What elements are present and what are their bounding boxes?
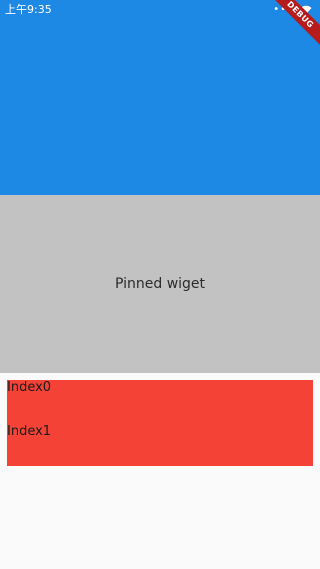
status-time: 上午9:35 [5,3,52,16]
status-bar: 上午9:35 ••• [0,0,320,20]
list-container: Index0 Index1 [7,380,313,466]
list-item[interactable]: Index0 [7,380,51,395]
pinned-header: Pinned wiget [0,195,320,373]
sliver-app-bar [0,20,320,195]
pinned-label: Pinned wiget [114,276,206,292]
list-item[interactable]: Index1 [7,424,51,439]
